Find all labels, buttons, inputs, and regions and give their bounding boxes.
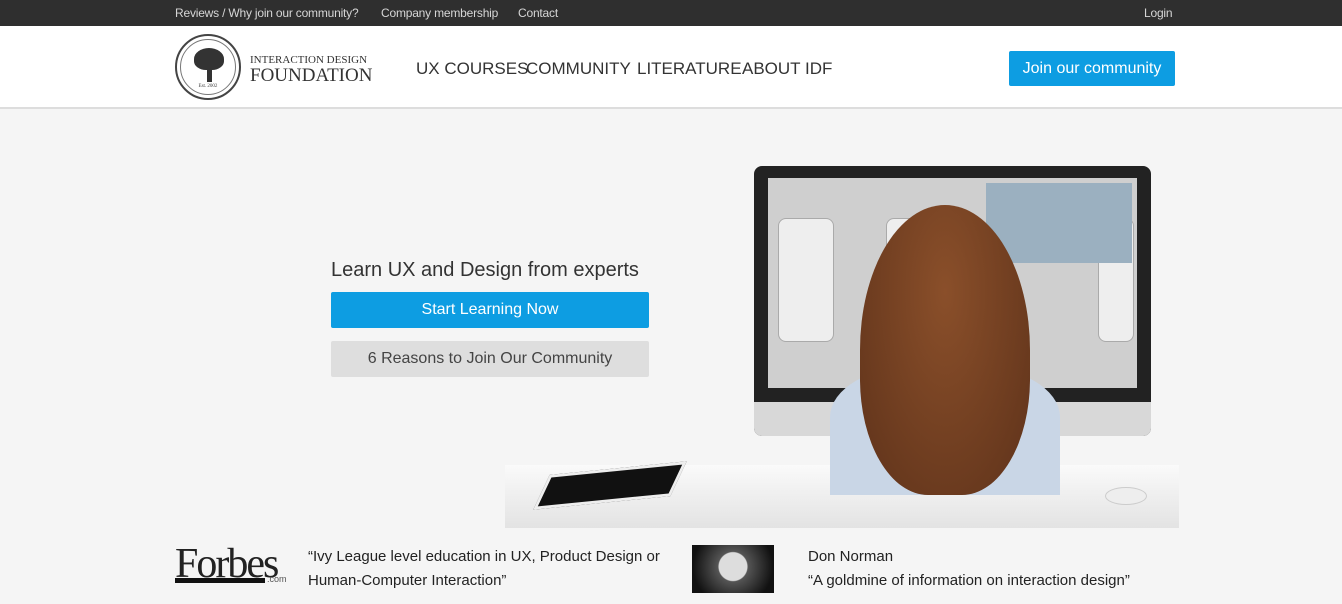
forbes-logo-com: .com — [267, 574, 287, 584]
header: Est. 2002 INTERACTION DESIGN FOUNDATION … — [0, 26, 1342, 109]
join-community-button[interactable]: Join our community — [1009, 51, 1175, 86]
reviews-link[interactable]: Reviews / Why join our community? — [175, 6, 359, 20]
brand-line-2[interactable]: FOUNDATION — [250, 65, 372, 87]
nav-literature[interactable]: LITERATURE — [637, 59, 742, 79]
person-name: Don Norman — [808, 548, 894, 565]
logo-est: Est. 2002 — [198, 84, 218, 89]
top-bar: Reviews / Why join our community? Compan… — [0, 0, 1342, 26]
forbes-quote-line-1: “Ivy League level education in UX, Produ… — [308, 548, 660, 565]
forbes-quote: “Ivy League level education in UX, Produ… — [308, 545, 660, 593]
video-call — [986, 183, 1132, 263]
contact-link[interactable]: Contact — [518, 6, 558, 20]
logo-emblem[interactable]: Est. 2002 — [175, 34, 241, 100]
company-membership-link[interactable]: Company membership — [381, 6, 498, 20]
nav-about-idf[interactable]: ABOUT IDF — [742, 59, 832, 79]
forbes-quote-line-2: Human-Computer Interaction” — [308, 572, 507, 589]
nav-ux-courses[interactable]: UX COURSES — [416, 59, 528, 79]
hero-image — [505, 160, 1179, 528]
login-link[interactable]: Login — [1144, 6, 1173, 20]
don-norman-quote: Don Norman “A goldmine of information on… — [808, 545, 1130, 593]
forbes-logo-bar — [175, 578, 265, 583]
nav-community[interactable]: COMMUNITY — [526, 59, 631, 79]
don-norman-photo — [692, 545, 774, 593]
person-quote: “A goldmine of information on interactio… — [808, 572, 1130, 589]
woman-hair — [860, 205, 1030, 495]
tree-trunk — [207, 68, 212, 82]
mouse — [1105, 487, 1147, 505]
tree-icon — [194, 48, 224, 70]
wireframe-phone — [778, 218, 834, 342]
